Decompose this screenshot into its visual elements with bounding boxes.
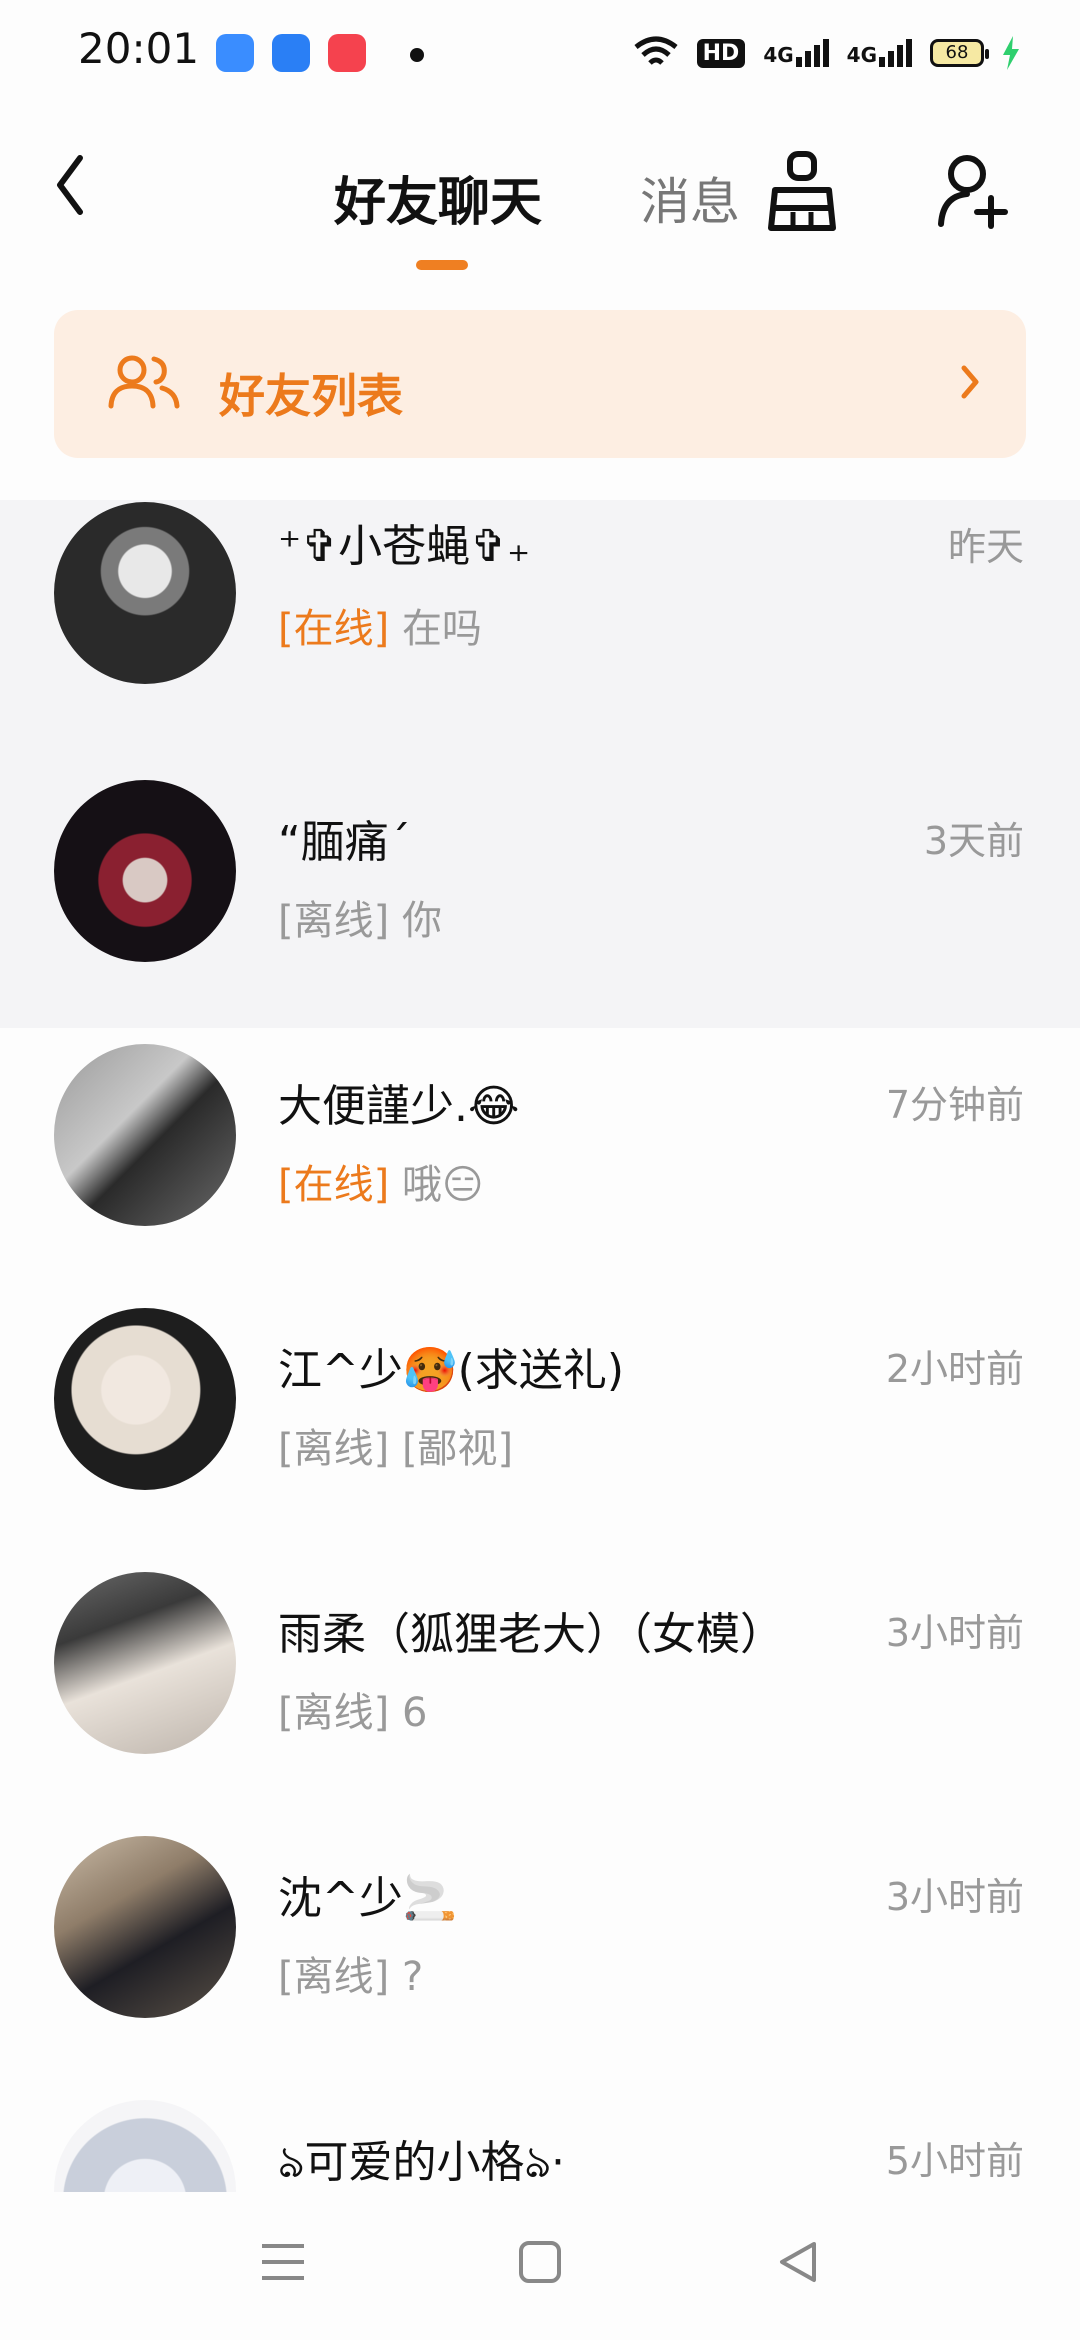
home-square-icon[interactable] [518, 2240, 562, 2284]
files-icon [272, 34, 310, 72]
status-bar: 20:01 HD 4G 4G 68 [0, 0, 1080, 104]
chat-row[interactable]: 江^少🥵(求送礼) [离线] [鄙视] 2小时前 [0, 1292, 1080, 1556]
offline-status: [离线] [278, 1426, 390, 1472]
avatar [54, 502, 236, 684]
battery-icon: 68 [930, 39, 989, 67]
hd-badge: HD [696, 38, 746, 68]
avatar [54, 1572, 236, 1754]
chat-time: 3小时前 [885, 1611, 1024, 1655]
chat-time: 7分钟前 [885, 1083, 1024, 1127]
browser-icon [216, 34, 254, 72]
offline-status: [离线] [278, 898, 390, 944]
chat-name: 雨柔（狐狸老大）（女模） [278, 1609, 784, 1660]
online-status: [在线] [278, 1162, 390, 1208]
last-message: 在吗 [401, 606, 482, 652]
chat-row[interactable]: ঌ可爱的小格ঌ· 5小时前 [0, 2084, 1080, 2192]
last-message: 6 [401, 1690, 428, 1736]
avatar [54, 780, 236, 962]
chat-name: 沈^少🚬 [278, 1873, 458, 1924]
avatar [54, 1836, 236, 2018]
online-status: [在线] [278, 606, 390, 652]
chat-preview: [离线] 6 [278, 1680, 427, 1738]
chat-row[interactable]: “腼痛ˊ [离线] 你 3天前 [0, 764, 1080, 1028]
chat-row[interactable]: 雨柔（狐狸老大）（女模） [离线] 6 3小时前 [0, 1556, 1080, 1820]
avatar [54, 2100, 236, 2192]
chat-name: “腼痛ˊ [278, 817, 411, 868]
friend-list-banner[interactable]: 好友列表 [54, 310, 1026, 458]
chat-preview: [离线] [鄙视] [278, 1416, 513, 1474]
broom-icon[interactable] [765, 150, 839, 234]
back-triangle-icon[interactable] [776, 2240, 820, 2284]
chat-preview: [离线] 你 [278, 888, 442, 946]
chat-time: 5小时前 [885, 2139, 1024, 2183]
last-message: ? [401, 1954, 424, 2000]
tab-friend-chat[interactable]: 好友聊天 [334, 160, 542, 235]
chat-preview: [在线] 哦😑 [278, 1152, 484, 1210]
friends-icon [108, 355, 180, 409]
menu-icon[interactable] [260, 2240, 306, 2284]
friend-list-label: 好友列表 [219, 369, 403, 423]
chat-time: 昨天 [947, 525, 1024, 569]
last-message: [鄙视] [401, 1426, 514, 1472]
avatar [54, 1044, 236, 1226]
chat-preview: [在线] 在吗 [278, 596, 482, 654]
chat-name: ⁺✞小苍蝇✞₊ [278, 521, 531, 572]
header: 好友聊天 消息 [0, 110, 1080, 280]
signal-1-icon: 4G [763, 39, 829, 67]
last-message: 你 [401, 898, 442, 944]
signal-2-icon: 4G [847, 39, 912, 67]
tab-messages[interactable]: 消息 [640, 162, 740, 234]
chat-row[interactable]: ⁺✞小苍蝇✞₊ [在线] 在吗 昨天 [0, 500, 1080, 764]
chat-name: 大便謹少.😂 [278, 1081, 520, 1132]
chat-time: 2小时前 [885, 1347, 1024, 1391]
chat-list: ⁺✞小苍蝇✞₊ [在线] 在吗 昨天 “腼痛ˊ [离线] 你 3天前 大便謹少.… [0, 500, 1080, 2192]
charging-icon [1003, 36, 1019, 70]
chat-row[interactable]: 沈^少🚬 [离线] ? 3小时前 [0, 1820, 1080, 2084]
offline-status: [离线] [278, 1690, 390, 1736]
chevron-right-icon [961, 365, 979, 399]
navigation-bar [0, 2192, 1080, 2340]
wifi-icon [634, 36, 678, 65]
notification-dot [410, 48, 424, 62]
tab-indicator [416, 260, 468, 270]
chat-row[interactable]: 大便謹少.😂 [在线] 哦😑 7分钟前 [0, 1028, 1080, 1292]
offline-status: [离线] [278, 1954, 390, 2000]
chat-preview: [离线] ? [278, 1944, 423, 2002]
music-icon [328, 34, 366, 72]
chat-time: 3天前 [923, 819, 1024, 863]
chat-name: ঌ可爱的小格ঌ· [278, 2137, 565, 2188]
avatar [54, 1308, 236, 1490]
status-time: 20:01 [78, 24, 200, 73]
chevron-left-icon[interactable] [50, 150, 90, 220]
chat-name: 江^少🥵(求送礼) [278, 1345, 624, 1396]
add-user-icon[interactable] [935, 150, 1009, 234]
chat-time: 3小时前 [885, 1875, 1024, 1919]
last-message: 哦😑 [401, 1162, 484, 1208]
